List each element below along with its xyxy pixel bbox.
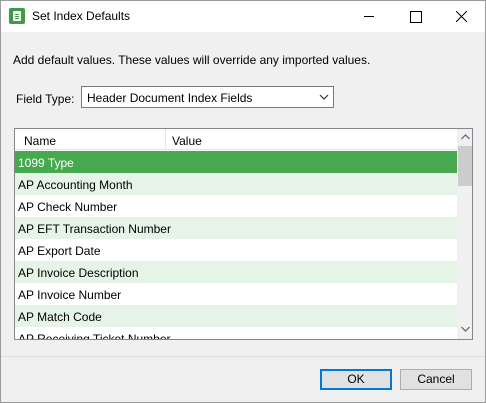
column-header-value[interactable]: Value — [172, 134, 202, 148]
row-name: AP Check Number — [18, 200, 118, 214]
row-name: AP Invoice Description — [18, 266, 139, 280]
row-name: 1099 Type — [18, 156, 74, 170]
ok-button[interactable]: OK — [320, 369, 392, 390]
footer-divider — [1, 356, 485, 357]
close-button[interactable] — [438, 1, 484, 32]
field-type-label: Field Type: — [16, 92, 75, 106]
grid-header: Name Value — [15, 129, 457, 150]
vertical-scrollbar[interactable] — [457, 129, 472, 339]
field-type-value: Header Document Index Fields — [87, 91, 253, 105]
table-row[interactable]: AP Check Number — [15, 195, 457, 217]
scrollbar-thumb[interactable] — [458, 146, 472, 186]
table-row[interactable]: AP Invoice Description — [15, 261, 457, 283]
row-name: AP Match Code — [18, 310, 102, 324]
row-name: AP Invoice Number — [18, 288, 122, 302]
table-row[interactable]: 1099 Type — [15, 151, 457, 173]
close-icon — [456, 11, 467, 22]
table-row[interactable]: AP Receiving Ticket Number — [15, 327, 457, 340]
column-divider[interactable] — [165, 129, 166, 149]
index-fields-grid[interactable]: Name Value 1099 Type AP Accounting Month… — [14, 128, 473, 340]
dialog-description: Add default values. These values will ov… — [13, 53, 371, 67]
table-row[interactable]: AP Accounting Month — [15, 173, 457, 195]
minimize-button[interactable] — [346, 1, 392, 32]
set-index-defaults-dialog: Set Index Defaults Add default values. T… — [0, 0, 486, 403]
table-row[interactable]: AP Export Date — [15, 239, 457, 261]
row-name: AP Export Date — [18, 244, 101, 258]
column-header-name[interactable]: Name — [24, 134, 56, 148]
table-row[interactable]: AP EFT Transaction Number — [15, 217, 457, 239]
scroll-up-arrow-icon[interactable] — [461, 134, 470, 140]
chevron-down-icon — [319, 94, 329, 100]
title-bar: Set Index Defaults — [1, 1, 485, 32]
row-name: AP EFT Transaction Number — [18, 222, 171, 236]
table-row[interactable]: AP Invoice Number — [15, 283, 457, 305]
cancel-button[interactable]: Cancel — [400, 369, 472, 390]
table-row[interactable]: AP Match Code — [15, 305, 457, 327]
maximize-button[interactable] — [392, 1, 438, 32]
row-name: AP Accounting Month — [18, 178, 133, 192]
window-title: Set Index Defaults — [32, 9, 131, 23]
app-document-icon — [9, 8, 25, 24]
scroll-down-arrow-icon[interactable] — [461, 326, 470, 332]
row-name: AP Receiving Ticket Number — [18, 332, 171, 340]
grid-rows: 1099 Type AP Accounting Month AP Check N… — [15, 151, 457, 340]
field-type-select[interactable]: Header Document Index Fields — [81, 86, 334, 108]
